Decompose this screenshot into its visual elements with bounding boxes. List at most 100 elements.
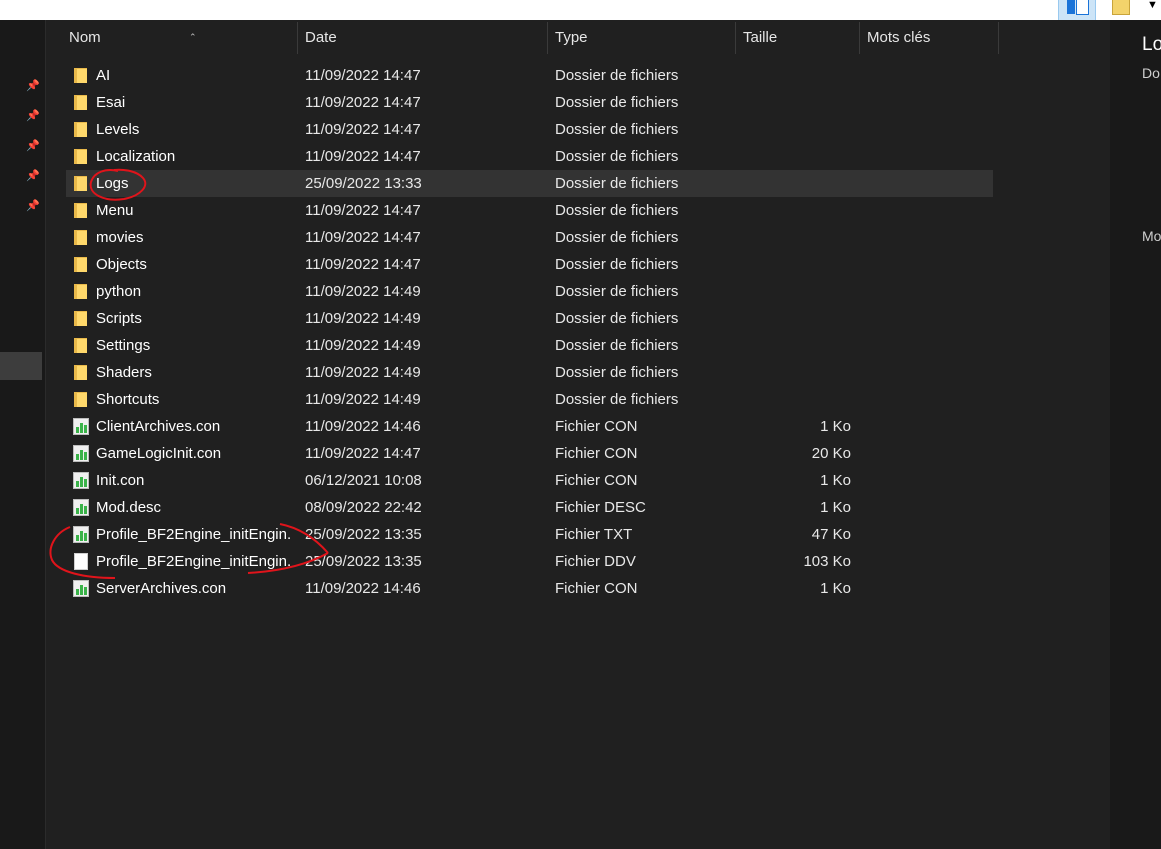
file-type: Dossier de fichiers [555, 148, 679, 165]
details-pane-toggle[interactable] [1058, 0, 1096, 20]
folder-row[interactable]: Settings 11/09/2022 14:49 Dossier de fichi… [66, 332, 993, 359]
file-date: 11/09/2022 14:49 [305, 391, 421, 408]
file-type: Dossier de fichiers [555, 283, 679, 300]
file-date: 11/09/2022 14:46 [305, 580, 421, 597]
folder-row[interactable]: python 11/09/2022 14:49 Dossier de fichier… [66, 278, 993, 305]
folder-icon [72, 143, 90, 170]
file-date: 25/09/2022 13:35 [305, 553, 422, 570]
file-row[interactable]: ServerArchives.con 11/09/2022 14:46 Fichie… [66, 575, 993, 602]
file-date: 11/09/2022 14:49 [305, 283, 421, 300]
file-size: 20 Ko [811, 445, 851, 462]
folder-row[interactable]: Localization 11/09/2022 14:47 Dossier de f… [66, 143, 993, 170]
folder-row[interactable]: Levels 11/09/2022 14:47 Dossier de fichier… [66, 116, 993, 143]
con-file-icon [72, 521, 90, 548]
folder-icon [72, 62, 90, 89]
folder-row[interactable]: Scripts 11/09/2022 14:49 Dossier de fichie… [66, 305, 993, 332]
preview-type: Do [1142, 65, 1160, 81]
folder-row[interactable]: Shaders 11/09/2022 14:49 Dossier de fichie… [66, 359, 993, 386]
file-type: Dossier de fichiers [555, 175, 679, 192]
file-type: Dossier de fichiers [555, 256, 679, 273]
file-row[interactable]: Mod.desc 08/09/2022 22:42 Fichier DESC 1 Ko [66, 494, 993, 521]
file-name: Profile_BF2Engine_initEngin... [96, 553, 291, 570]
file-date: 11/09/2022 14:47 [305, 445, 421, 462]
preview-modified: Mo [1142, 228, 1161, 244]
pin-icon[interactable]: 📌 [26, 170, 40, 182]
file-date: 25/09/2022 13:35 [305, 526, 422, 543]
file-size: 1 Ko [820, 580, 851, 597]
file-row[interactable]: Profile_BF2Engine_initEngin... 25/09/2022… [66, 548, 993, 575]
file-name: Scripts [96, 310, 142, 327]
column-header-name[interactable]: Nom ⌃ [61, 20, 297, 56]
preview-pane-icon [1112, 0, 1130, 15]
file-size [751, 305, 851, 332]
file-name: Shaders [96, 364, 152, 381]
file-date: 11/09/2022 14:47 [305, 202, 421, 219]
file-row[interactable]: Init.con 06/12/2021 10:08 Fichier CON 1 Ko [66, 467, 993, 494]
preview-pane-toggle[interactable] [1108, 0, 1138, 20]
file-size [751, 251, 851, 278]
folder-icon [72, 170, 90, 197]
pin-icon[interactable]: 📌 [26, 110, 40, 122]
folder-row[interactable]: Esai 11/09/2022 14:47 Dossier de fichiers [66, 89, 993, 116]
sort-ascending-icon: ⌃ [189, 32, 197, 42]
folder-icon [72, 116, 90, 143]
column-header-date[interactable]: Date [297, 20, 547, 56]
folder-row[interactable]: Menu 11/09/2022 14:47 Dossier de fichiers [66, 197, 993, 224]
view-toolbar: ▼ [0, 0, 1161, 20]
file-name: Menu [96, 202, 134, 219]
file-size [751, 89, 851, 116]
file-name: Localization [96, 148, 176, 165]
pin-icon[interactable]: 📌 [26, 80, 40, 92]
file-size: 47 Ko [811, 526, 851, 543]
file-name: python [96, 283, 142, 300]
folder-row[interactable]: Shortcuts 11/09/2022 14:49 Dossier de fich… [66, 386, 993, 413]
file-name: Init.con [96, 472, 145, 489]
file-type: Fichier DESC [555, 499, 646, 516]
file-date: 11/09/2022 14:47 [305, 94, 421, 111]
file-size [751, 116, 851, 143]
file-name: Objects [96, 256, 147, 273]
file-size [751, 197, 851, 224]
folder-icon [72, 89, 90, 116]
pin-icon[interactable]: 📌 [26, 140, 40, 152]
file-row[interactable]: Profile_BF2Engine_initEngin... 25/09/2022… [66, 521, 993, 548]
file-type: Fichier TXT [555, 526, 633, 543]
file-name: Mod.desc [96, 499, 162, 516]
folder-row[interactable]: AI 11/09/2022 14:47 Dossier de fichiers [66, 62, 993, 89]
file-type: Fichier CON [555, 472, 638, 489]
file-type: Dossier de fichiers [555, 364, 679, 381]
file-name: Esai [96, 94, 126, 111]
navigation-pane: 📌 📌 📌 📌 📌 [0, 20, 46, 849]
file-size: 103 Ko [803, 553, 851, 570]
pin-icon[interactable]: 📌 [26, 200, 40, 212]
column-header-size[interactable]: Taille [735, 20, 859, 56]
con-file-icon [72, 494, 90, 521]
folder-icon [72, 224, 90, 251]
file-date: 25/09/2022 13:33 [305, 175, 422, 192]
nav-item-selected[interactable] [0, 352, 42, 380]
file-type: Fichier CON [555, 445, 638, 462]
folder-icon [72, 359, 90, 386]
file-row[interactable]: ClientArchives.con 11/09/2022 14:46 Fichie… [66, 413, 993, 440]
file-date: 11/09/2022 14:49 [305, 364, 421, 381]
chevron-down-icon[interactable]: ▼ [1147, 0, 1161, 14]
file-date: 11/09/2022 14:47 [305, 229, 421, 246]
column-header-tags[interactable]: Mots clés [859, 20, 999, 56]
file-date: 06/12/2021 10:08 [305, 472, 422, 489]
file-type: Dossier de fichiers [555, 94, 679, 111]
folder-row[interactable]: Objects 11/09/2022 14:47 Dossier de fichie… [66, 251, 993, 278]
file-name: Settings [96, 337, 151, 354]
file-date: 11/09/2022 14:47 [305, 256, 421, 273]
column-divider[interactable] [998, 22, 999, 54]
file-type: Fichier CON [555, 418, 638, 435]
folder-row[interactable]: Logs 25/09/2022 13:33 Dossier de fichiers [66, 170, 993, 197]
con-file-icon [72, 413, 90, 440]
file-size [751, 143, 851, 170]
file-size [751, 62, 851, 89]
column-header-type[interactable]: Type [547, 20, 735, 56]
file-type: Dossier de fichiers [555, 67, 679, 84]
file-type: Dossier de fichiers [555, 310, 679, 327]
con-file-icon [72, 575, 90, 602]
folder-row[interactable]: movies 11/09/2022 14:47 Dossier de fichier… [66, 224, 993, 251]
file-row[interactable]: GameLogicInit.con 11/09/2022 14:47 Fichier… [66, 440, 993, 467]
